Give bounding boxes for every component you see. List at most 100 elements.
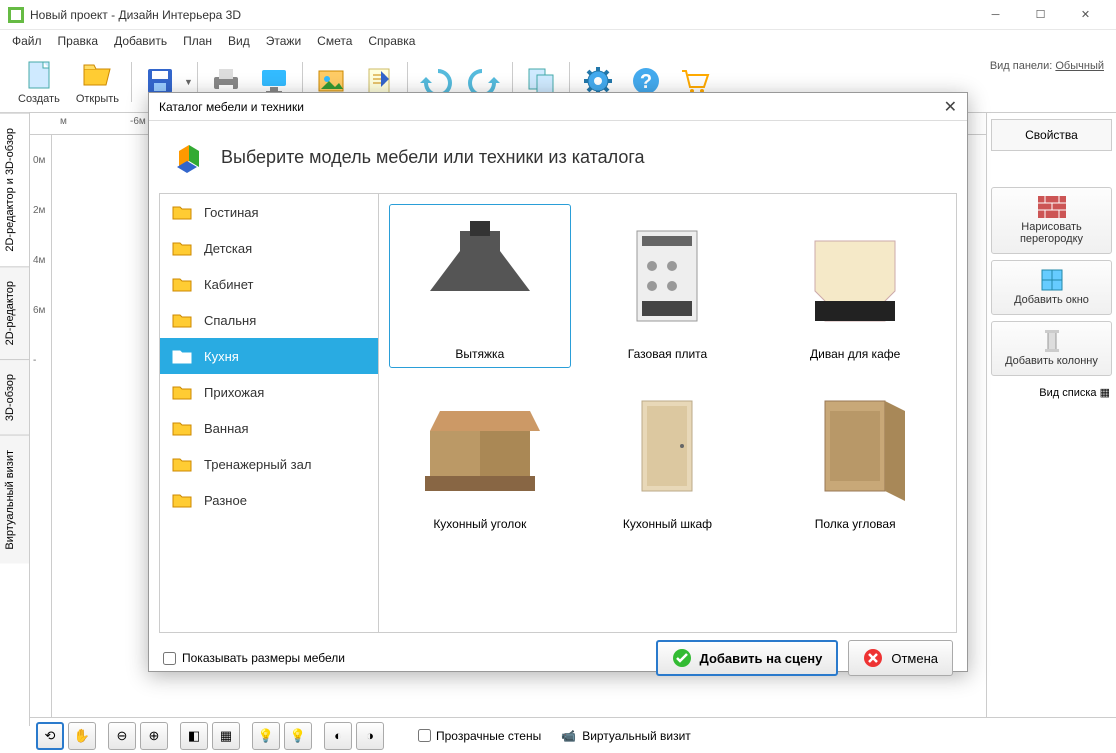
add-to-scene-button[interactable]: Добавить на сцену (656, 640, 839, 676)
draw-partition-button[interactable]: Нарисовать перегородку (991, 187, 1112, 254)
category-item[interactable]: Кухня (160, 338, 378, 374)
panel-view-link[interactable]: Обычный (1055, 60, 1104, 72)
dropdown-arrow-icon[interactable]: ▼ (184, 77, 193, 87)
catalog-item[interactable]: Газовая плита (577, 204, 759, 368)
light1-button[interactable]: 💡 (252, 722, 280, 750)
item-label: Вытяжка (396, 347, 564, 361)
show-sizes-checkbox[interactable]: Показывать размеры мебели (163, 651, 345, 665)
category-item[interactable]: Ванная (160, 410, 378, 446)
pan-button[interactable]: ✋ (68, 722, 96, 750)
transparent-walls-checkbox[interactable]: Прозрачные стены (418, 729, 541, 743)
zoom-in-button[interactable]: ⊕ (140, 722, 168, 750)
item-thumbnail (597, 211, 737, 341)
category-item[interactable]: Разное (160, 482, 378, 518)
catalog-item[interactable] (764, 544, 946, 633)
orbit-icon: ⟲ (45, 728, 56, 744)
item-label: Кухонный шкаф (584, 517, 752, 531)
shadow2-button[interactable]: ◑ (356, 722, 384, 750)
close-button[interactable]: ✕ (1063, 0, 1108, 29)
color-button[interactable]: ◧ (180, 722, 208, 750)
catalog-item[interactable]: Кухонный шкаф (577, 374, 759, 538)
menu-help[interactable]: Справка (360, 32, 423, 50)
shadow1-button[interactable]: ◐ (324, 722, 352, 750)
menu-file[interactable]: Файл (4, 32, 50, 50)
catalog-item[interactable]: Кухонный уголок (389, 374, 571, 538)
catalog-item[interactable]: Диван для кафе (764, 204, 946, 368)
ruler-vertical: 0м 2м 4м 6м - (30, 135, 52, 726)
category-item[interactable]: Детская (160, 230, 378, 266)
item-grid: Вытяжка Газовая плита Диван для кафе Кухонн… (379, 193, 957, 633)
category-item[interactable]: Спальня (160, 302, 378, 338)
add-window-button[interactable]: Добавить окно (991, 260, 1112, 315)
cancel-button[interactable]: Отмена (848, 640, 953, 676)
hand-icon: ✋ (74, 728, 90, 744)
properties-tab[interactable]: Свойства (991, 119, 1112, 151)
bulb-icon: 💡 (258, 728, 274, 744)
list-view-label[interactable]: Вид списка ▦ (991, 382, 1112, 403)
modal-titlebar: Каталог мебели и техники ✕ (149, 93, 967, 121)
ok-icon (672, 648, 692, 668)
side-tab-2d3d[interactable]: 2D-редактор и 3D-обзор (0, 113, 29, 266)
zoom-out-button[interactable]: ⊖ (108, 722, 136, 750)
light2-button[interactable]: 💡 (284, 722, 312, 750)
item-thumbnail (597, 381, 737, 511)
modal-close-button[interactable]: ✕ (944, 97, 957, 117)
menu-floors[interactable]: Этажи (258, 32, 309, 50)
side-tabs: 2D-редактор и 3D-обзор 2D-редактор 3D-об… (0, 113, 30, 726)
item-label: Кухонный уголок (396, 517, 564, 531)
add-column-button[interactable]: Добавить колонну (991, 321, 1112, 376)
folder-icon (172, 240, 192, 256)
menu-view[interactable]: Вид (220, 32, 258, 50)
wireframe-icon: ▦ (220, 728, 232, 744)
item-thumbnail (410, 381, 550, 511)
folder-icon (172, 456, 192, 472)
zoom-out-icon: ⊖ (117, 728, 128, 744)
bottom-bar: ⟲ ✋ ⊖ ⊕ ◧ ▦ 💡 💡 ◐ ◑ Прозрачные стены 📹 В… (30, 717, 1116, 753)
shadow-icon: ◐ (334, 728, 342, 743)
menu-edit[interactable]: Правка (50, 32, 107, 50)
palette-icon: ◧ (188, 728, 200, 744)
modal-footer: Показывать размеры мебели Добавить на сц… (149, 633, 967, 683)
catalog-item[interactable]: Вытяжка (389, 204, 571, 368)
menu-estimate[interactable]: Смета (309, 32, 360, 50)
item-thumbnail (785, 381, 925, 511)
right-panel: Свойства Нарисовать перегородку Добавить… (986, 113, 1116, 726)
item-label: Диван для кафе (771, 347, 939, 361)
new-file-icon (23, 59, 55, 91)
catalog-item[interactable]: Полка угловая (764, 374, 946, 538)
category-item[interactable]: Тренажерный зал (160, 446, 378, 482)
catalog-modal: Каталог мебели и техники ✕ Выберите моде… (148, 92, 968, 672)
minimize-button[interactable]: ─ (973, 0, 1018, 29)
bulb-icon: 💡 (290, 728, 306, 744)
catalog-item[interactable] (389, 544, 571, 633)
folder-icon (172, 492, 192, 508)
catalog-logo-icon (167, 137, 207, 177)
side-tab-2d[interactable]: 2D-редактор (0, 266, 29, 359)
virtual-visit-button[interactable]: 📹 Виртуальный визит (561, 729, 691, 743)
menubar: Файл Правка Добавить План Вид Этажи Смет… (0, 30, 1116, 52)
app-icon (8, 7, 24, 23)
window-icon (1038, 269, 1066, 291)
side-tab-virtual[interactable]: Виртуальный визит (0, 435, 29, 564)
maximize-button[interactable]: ☐ (1018, 0, 1063, 29)
category-item[interactable]: Гостиная (160, 194, 378, 230)
catalog-item[interactable] (577, 544, 759, 633)
list-view-icon: ▦ (1100, 387, 1110, 399)
separator (131, 62, 132, 102)
cancel-icon (863, 648, 883, 668)
menu-plan[interactable]: План (175, 32, 220, 50)
category-item[interactable]: Кабинет (160, 266, 378, 302)
menu-add[interactable]: Добавить (106, 32, 175, 50)
toolbar-open[interactable]: Открыть (76, 59, 119, 105)
camera-icon: 📹 (561, 729, 576, 743)
window-title: Новый проект - Дизайн Интерьера 3D (30, 8, 973, 22)
orbit-button[interactable]: ⟲ (36, 722, 64, 750)
toolbar-create[interactable]: Создать (18, 59, 60, 105)
category-item[interactable]: Прихожая (160, 374, 378, 410)
panel-view-label: Вид панели: Обычный (990, 60, 1104, 72)
wireframe-button[interactable]: ▦ (212, 722, 240, 750)
category-list: ГостинаяДетскаяКабинетСпальняКухняПрихож… (159, 193, 379, 633)
side-tab-3d[interactable]: 3D-обзор (0, 359, 29, 435)
shadow-icon: ◑ (366, 728, 374, 743)
folder-icon (172, 312, 192, 328)
